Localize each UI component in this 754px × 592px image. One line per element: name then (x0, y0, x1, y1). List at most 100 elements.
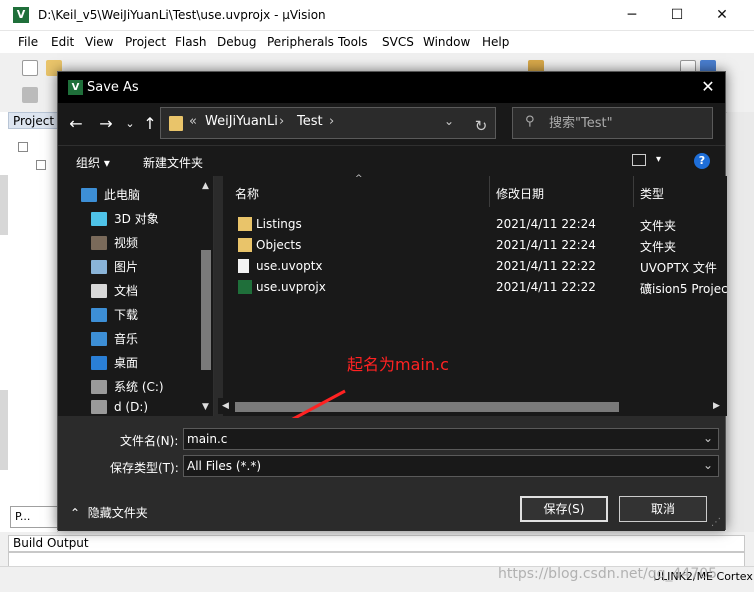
search-input[interactable] (549, 114, 699, 132)
new-file-icon[interactable] (22, 60, 38, 76)
file-type: 文件夹 (640, 219, 677, 233)
menu-svcs[interactable]: SVCS (382, 35, 414, 49)
menu-tools[interactable]: Tools (338, 35, 368, 49)
search-box[interactable]: ⚲ (512, 107, 713, 139)
uvision-window-title: D:\Keil_v5\WeiJiYuanLi\Test\use.uvprojx … (38, 8, 326, 22)
file-date: 2021/4/11 22:22 (496, 280, 596, 294)
chevron-down-icon[interactable]: ⌄ (444, 114, 454, 128)
breadcrumb-overflow[interactable]: « (189, 114, 197, 129)
music-icon (91, 332, 107, 346)
breadcrumb-item-weijiyuanli[interactable]: WeiJiYuanLi (205, 114, 278, 129)
nav-item-pictures[interactable]: 图片 (91, 256, 138, 278)
column-separator[interactable] (489, 176, 490, 207)
filename-field[interactable]: main.c ⌄ (183, 428, 719, 450)
back-arrow-icon[interactable]: ← (65, 113, 87, 135)
chevron-down-icon[interactable]: ▾ (656, 154, 661, 165)
nav-item-downloads[interactable]: 下载 (91, 304, 138, 326)
address-bar[interactable]: « WeiJiYuanLi › Test › ⌄ ↻ (160, 107, 496, 139)
column-header-date[interactable]: 修改日期 (496, 185, 544, 202)
nav-item-videos[interactable]: 视频 (91, 232, 138, 254)
uvision-app-icon: V (68, 80, 83, 95)
filetype-value: All Files (*.*) (187, 459, 262, 473)
filename-label: 文件名(N): (120, 434, 179, 448)
save-as-dialog: V Save As ✕ ← → ⌄ ↑ « WeiJiYuanLi › Test… (57, 71, 727, 531)
chevron-right-icon[interactable]: › (279, 114, 284, 129)
organize-button[interactable]: 组织 ▾ (76, 154, 110, 171)
help-icon[interactable]: ? (694, 153, 710, 169)
resize-grip-icon[interactable]: ⋰ (711, 517, 721, 528)
file-row-listings[interactable]: Listings 2021/4/11 22:24 文件夹 (223, 214, 727, 235)
nav-item-label: 下载 (114, 308, 139, 322)
chevron-right-icon[interactable]: › (329, 114, 334, 129)
menu-file[interactable]: File (18, 35, 38, 49)
menu-help[interactable]: Help (482, 35, 509, 49)
filename-input[interactable]: main.c (187, 432, 227, 446)
sort-indicator-icon: ^ (355, 174, 363, 184)
forward-arrow-icon[interactable]: → (95, 113, 117, 135)
watermark: https://blog.csdn.net/qq_44705 (498, 566, 718, 582)
file-name: Objects (256, 238, 302, 252)
nav-item-music[interactable]: 音乐 (91, 328, 138, 350)
menu-peripherals[interactable]: Peripherals (267, 35, 334, 49)
build-options-icon[interactable] (22, 87, 38, 103)
nav-item-label: 音乐 (114, 332, 139, 346)
chevron-down-icon[interactable]: ⌄ (703, 431, 713, 445)
scroll-right-icon[interactable]: ▶ (713, 401, 720, 411)
nav-item-drive-c[interactable]: 系统 (C:) (91, 376, 164, 398)
hide-folders-toggle[interactable]: ⌃ 隐藏文件夹 (70, 504, 148, 521)
file-date: 2021/4/11 22:22 (496, 259, 596, 273)
view-options-icon[interactable] (632, 154, 646, 166)
filetype-select[interactable]: All Files (*.*) ⌄ (183, 455, 719, 477)
recent-locations-icon[interactable]: ⌄ (119, 113, 141, 135)
save-button[interactable]: 保存(S) (520, 496, 608, 522)
nav-item-this-pc[interactable]: 此电脑 (81, 184, 140, 206)
column-header-name[interactable]: 名称 (235, 185, 259, 202)
close-icon[interactable]: ✕ (697, 77, 719, 97)
project-panel (0, 112, 58, 532)
nav-item-drive-d[interactable]: d (D:) (91, 400, 148, 414)
scroll-up-icon[interactable]: ▲ (202, 181, 209, 191)
menu-project[interactable]: Project (125, 35, 166, 49)
up-arrow-icon[interactable]: ↑ (139, 113, 161, 135)
navigation-pane: 此电脑 3D 对象 视频 图片 文档 下载 音乐 桌面 系统 (C:) d (D… (58, 176, 214, 416)
nav-item-3d-objects[interactable]: 3D 对象 (91, 208, 159, 230)
nav-item-documents[interactable]: 文档 (91, 280, 138, 302)
file-row-uvprojx[interactable]: use.uvprojx 2021/4/11 22:22 礦ision5 Proj… (223, 277, 727, 298)
menu-window[interactable]: Window (423, 35, 470, 49)
nav-item-label: 3D 对象 (114, 212, 159, 226)
scroll-down-icon[interactable]: ▼ (202, 402, 209, 412)
cube-icon (91, 212, 107, 226)
project-tab[interactable]: P... (10, 506, 58, 528)
file-type: 文件夹 (640, 240, 677, 254)
filetype-label: 保存类型(T): (110, 461, 179, 475)
file-row-objects[interactable]: Objects 2021/4/11 22:24 文件夹 (223, 235, 727, 256)
tree-expander-icon[interactable] (36, 160, 46, 170)
file-row-uvoptx[interactable]: use.uvoptx 2021/4/11 22:22 UVOPTX 文件 (223, 256, 727, 277)
refresh-icon[interactable]: ↻ (467, 112, 495, 140)
menu-edit[interactable]: Edit (51, 35, 74, 49)
hide-folders-label: 隐藏文件夹 (87, 506, 148, 520)
maximize-icon[interactable]: ☐ (667, 6, 687, 24)
minimize-icon[interactable]: ─ (622, 6, 642, 24)
column-header-type[interactable]: 类型 (640, 185, 664, 202)
nav-item-label: 图片 (114, 260, 139, 274)
cancel-button[interactable]: 取消 (619, 496, 707, 522)
nav-scrollbar-thumb[interactable] (201, 250, 211, 370)
tree-expander-icon[interactable] (18, 142, 28, 152)
menu-view[interactable]: View (85, 35, 113, 49)
breadcrumb-item-test[interactable]: Test (297, 114, 323, 129)
nav-item-desktop[interactable]: 桌面 (91, 352, 138, 374)
navigation-row: ← → ⌄ ↑ « WeiJiYuanLi › Test › ⌄ ↻ ⚲ (58, 103, 725, 145)
pc-icon (81, 188, 97, 202)
right-dock-strip (727, 112, 754, 532)
help-label: ? (698, 154, 706, 167)
menu-debug[interactable]: Debug (217, 35, 256, 49)
file-name: use.uvprojx (256, 280, 326, 294)
close-icon[interactable]: ✕ (712, 6, 732, 24)
new-folder-button[interactable]: 新建文件夹 (143, 154, 203, 171)
download-icon (91, 308, 107, 322)
column-separator[interactable] (633, 176, 634, 207)
scroll-left-icon[interactable]: ◀ (222, 401, 229, 411)
chevron-down-icon[interactable]: ⌄ (703, 458, 713, 472)
menu-flash[interactable]: Flash (175, 35, 206, 49)
